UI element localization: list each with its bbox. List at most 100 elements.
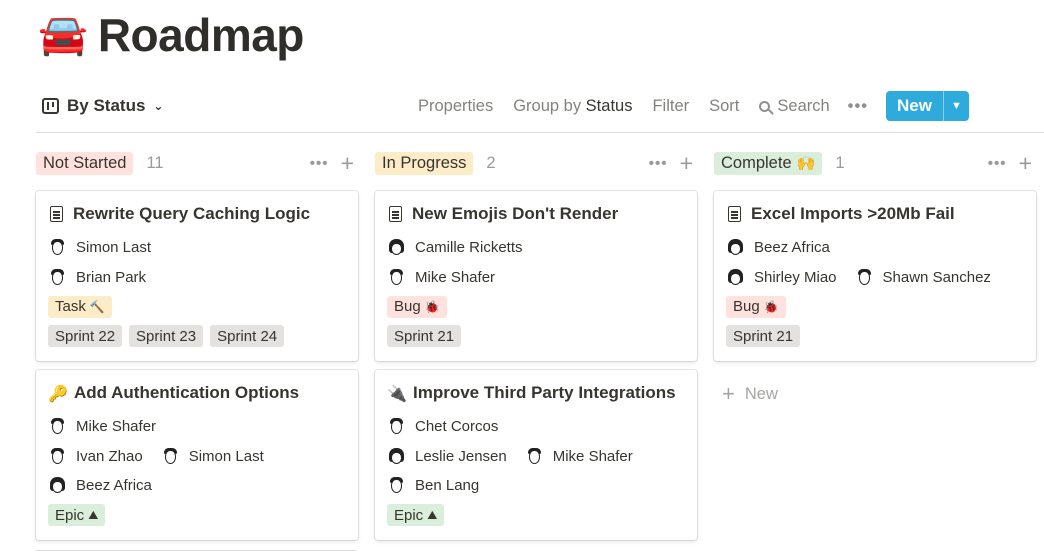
sprint-tag: Sprint 23 [129, 325, 204, 348]
person-name: Mike Shafer [415, 268, 496, 286]
type-tag: Bug 🐞 [387, 295, 447, 318]
board-column: Complete 🙌 1 ••• + Excel Imports >20Mb Fail Be… [714, 150, 1036, 405]
column-add-button[interactable]: + [1019, 151, 1032, 175]
card-title-text: Rewrite Query Caching Logic [73, 204, 311, 223]
person: Leslie Jensen [387, 447, 507, 466]
avatar-face [391, 479, 402, 494]
person-row: Mike Shafer [48, 412, 346, 442]
hammer-icon: 🔨 [89, 299, 105, 314]
raised-hands-icon: 🙌 [796, 154, 816, 172]
type-tag: Epic ⛰ [48, 504, 106, 527]
person-name: Beez Africa [76, 477, 152, 495]
type-tag-label: Epic [394, 506, 424, 524]
car-icon[interactable]: 🚘 [38, 15, 88, 55]
avatar [855, 268, 874, 287]
person: Chet Corcos [387, 417, 498, 436]
person-row: Leslie Jensen Mike Shafer [387, 442, 685, 472]
person-row: Shirley Miao Shawn Sanchez [726, 263, 1024, 293]
column-cards: Rewrite Query Caching Logic Simon Last Bri… [36, 191, 358, 540]
board-card[interactable]: Rewrite Query Caching Logic Simon Last Bri… [36, 191, 358, 361]
column-count: 11 [146, 153, 164, 172]
person-name: Simon Last [76, 239, 152, 257]
column-status-tag[interactable]: In Progress [375, 151, 474, 175]
column-status-tag[interactable]: Not Started [36, 151, 134, 175]
card-title: Rewrite Query Caching Logic [48, 201, 346, 227]
person-row: Mike Shafer [387, 263, 685, 293]
column-actions: ••• + [310, 150, 354, 176]
type-tag-label: Epic [55, 506, 85, 524]
avatar-face [164, 449, 176, 464]
search-button[interactable]: Search [759, 96, 830, 116]
avatar [387, 268, 406, 287]
person: Ivan Zhao [48, 447, 143, 466]
person: Ben Lang [387, 476, 479, 495]
person: Brian Park [48, 268, 146, 287]
avatar-face [52, 449, 63, 464]
card-people: Chet Corcos Leslie Jensen Mike Shafer Ben L… [387, 412, 685, 501]
card-title-text: Add Authentication Options [74, 383, 300, 402]
card-title: 🔌 Improve Third Party Integrations [387, 380, 685, 406]
avatar [525, 447, 544, 466]
mountain-icon: ⛰ [88, 507, 99, 522]
card-partial[interactable] [36, 550, 356, 554]
add-new-label: New [744, 384, 778, 403]
board-card[interactable]: New Emojis Don't Render Camille Ricketts M… [375, 191, 697, 361]
column-more-button[interactable]: ••• [988, 155, 1007, 172]
sort-button[interactable]: Sort [709, 97, 739, 116]
board-card[interactable]: 🔑 Add Authentication Options Mike Shafer Iv… [36, 370, 358, 540]
column-header: Not Started 11 ••• + [36, 150, 358, 176]
avatar [387, 447, 406, 466]
person: Mike Shafer [525, 447, 633, 466]
search-label: Search [777, 96, 830, 115]
person-name: Mike Shafer [76, 418, 157, 436]
view-selector[interactable]: By Status ⌄ [42, 96, 163, 116]
column-add-button[interactable]: + [680, 151, 693, 175]
group-by-button[interactable]: Group by Status [513, 97, 632, 116]
group-by-prefix: Group by [513, 96, 582, 115]
page-title-text[interactable]: Roadmap [98, 8, 305, 62]
more-options-button[interactable]: ••• [848, 97, 868, 116]
type-tag-label: Bug [394, 298, 421, 316]
column-header: In Progress 2 ••• + [375, 150, 697, 176]
board-column: Not Started 11 ••• + Rewrite Query Caching L… [36, 150, 358, 540]
add-new-card-button[interactable]: + New [714, 383, 1036, 405]
person-row: Brian Park [48, 263, 346, 293]
column-actions: ••• + [988, 150, 1032, 176]
properties-button[interactable]: Properties [418, 97, 493, 116]
toolbar-actions: Properties Group by Status Filter Sort S… [418, 86, 969, 126]
board-card[interactable]: 🔌 Improve Third Party Integrations Chet Co… [375, 370, 697, 540]
avatar [48, 238, 67, 257]
avatar [726, 238, 745, 257]
board-card[interactable]: Excel Imports >20Mb Fail Beez Africa Shirl… [714, 191, 1036, 361]
column-header: Complete 🙌 1 ••• + [714, 150, 1036, 176]
column-status-label: Not Started [43, 153, 127, 172]
person: Mike Shafer [387, 268, 495, 287]
chevron-down-icon: ⌄ [153, 99, 164, 113]
sprint-tag-row: Sprint 22 Sprint 23 Sprint 24 [48, 322, 346, 352]
filter-button[interactable]: Filter [652, 97, 689, 116]
sprint-tag-row: Sprint 21 [387, 322, 685, 352]
column-more-button[interactable]: ••• [649, 155, 668, 172]
plus-icon: + [722, 381, 735, 406]
search-icon [759, 100, 771, 112]
card-people: Beez Africa Shirley Miao Shawn Sanchez [726, 233, 1024, 292]
person-row: Chet Corcos [387, 412, 685, 442]
avatar [387, 238, 406, 257]
board-column: In Progress 2 ••• + New Emojis Don't Render C… [375, 150, 697, 540]
person: Beez Africa [726, 238, 830, 257]
card-title-text: New Emojis Don't Render [412, 204, 619, 223]
new-button[interactable]: New ▼ [886, 91, 969, 121]
avatar-face [52, 481, 63, 494]
type-tag: Bug 🐞 [726, 295, 786, 318]
column-cards: New Emojis Don't Render Camille Ricketts M… [375, 191, 697, 540]
column-status-tag[interactable]: Complete 🙌 [714, 151, 823, 175]
person-name: Ben Lang [415, 477, 480, 495]
column-more-button[interactable]: ••• [310, 155, 329, 172]
page-icon [389, 206, 402, 222]
view-label: By Status [67, 96, 146, 115]
board-view-icon [42, 98, 59, 114]
type-tag: Epic ⛰ [387, 504, 445, 527]
type-tag-row: Task 🔨 [48, 292, 346, 322]
new-dropdown-chevron-icon[interactable]: ▼ [942, 91, 969, 121]
column-add-button[interactable]: + [341, 151, 354, 175]
